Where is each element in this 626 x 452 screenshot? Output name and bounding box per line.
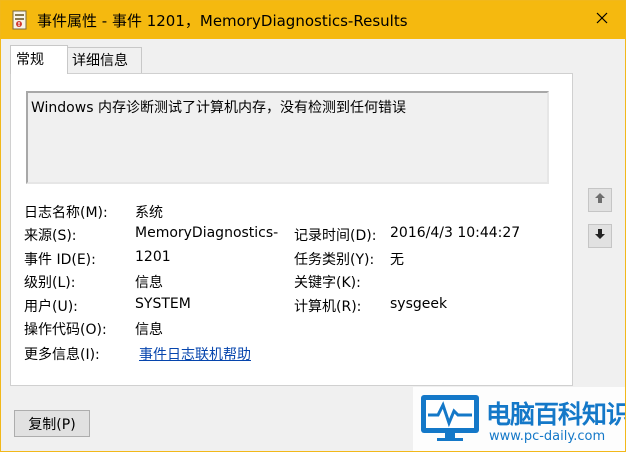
arrow-down-icon (594, 228, 606, 244)
user-label: 用户(U): (24, 299, 78, 315)
more-info-label: 更多信息(I): (24, 347, 100, 363)
arrow-up-icon (594, 192, 606, 208)
task-category-value: 无 (390, 252, 404, 268)
copy-button[interactable]: 复制(P) (14, 410, 90, 437)
watermark-url: www.pc-daily.com (489, 429, 606, 444)
source-label: 来源(S): (24, 228, 77, 244)
description-text: Windows 内存诊断测试了计算机内存，没有检测到任何错误 (31, 100, 406, 116)
level-value: 信息 (135, 275, 163, 291)
log-name-value: 系统 (135, 205, 163, 221)
task-category-label: 任务类别(Y): (294, 252, 375, 268)
event-log-help-link[interactable]: 事件日志联机帮助 (139, 344, 251, 364)
monitor-logo-icon (419, 393, 481, 443)
close-icon (596, 12, 608, 28)
source-value: MemoryDiagnostics- (135, 225, 279, 241)
opcode-label: 操作代码(O): (24, 322, 107, 338)
event-id-value: 1201 (135, 249, 171, 265)
next-event-button[interactable] (588, 224, 612, 248)
watermark-title: 电脑百科知识 (486, 400, 626, 429)
previous-event-button[interactable] (588, 188, 612, 212)
logged-label: 记录时间(D): (294, 228, 377, 244)
event-properties-icon (10, 10, 30, 30)
opcode-value: 信息 (135, 322, 163, 338)
keywords-label: 关键字(K): (294, 275, 361, 291)
user-value: SYSTEM (135, 296, 191, 312)
description-box[interactable]: Windows 内存诊断测试了计算机内存，没有检测到任何错误 (26, 91, 549, 184)
event-id-label: 事件 ID(E): (24, 252, 96, 268)
general-panel: Windows 内存诊断测试了计算机内存，没有检测到任何错误 日志名称(M): … (10, 73, 573, 386)
event-properties-window: 事件属性 - 事件 1201，MemoryDiagnostics-Results… (0, 0, 626, 452)
computer-label: 计算机(R): (294, 299, 362, 315)
watermark: 电脑百科知识 www.pc-daily.com (413, 387, 626, 451)
logged-value: 2016/4/3 10:44:27 (390, 225, 521, 241)
level-label: 级别(L): (24, 275, 76, 291)
computer-value: sysgeek (390, 296, 448, 312)
title-bar[interactable]: 事件属性 - 事件 1201，MemoryDiagnostics-Results (1, 1, 625, 39)
window-title: 事件属性 - 事件 1201，MemoryDiagnostics-Results (37, 12, 408, 30)
log-name-label: 日志名称(M): (24, 205, 108, 221)
close-button[interactable] (579, 1, 625, 39)
tab-details[interactable]: 详细信息 (66, 47, 142, 74)
tab-general[interactable]: 常规 (10, 45, 68, 74)
